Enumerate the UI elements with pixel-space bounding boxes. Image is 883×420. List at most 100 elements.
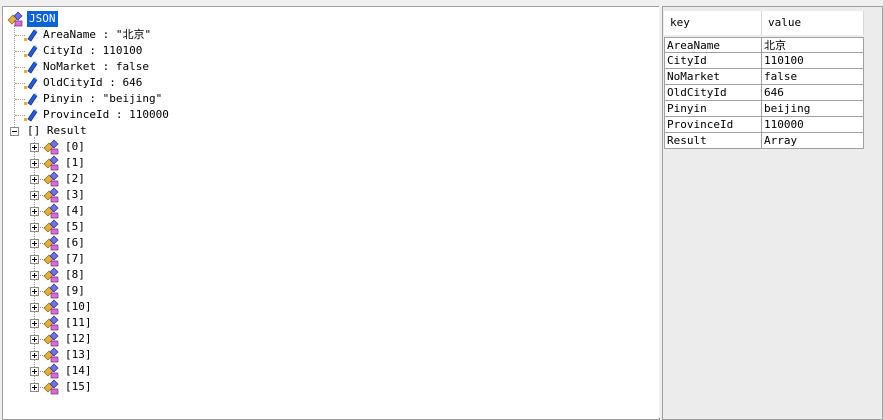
tree-node-array-item[interactable]: [15]: [27, 379, 147, 395]
grid-cell-value[interactable]: 110000: [762, 117, 864, 133]
array-item-icon: [43, 203, 59, 219]
tree-node-array-item[interactable]: [0]: [27, 139, 147, 155]
expand-toggle[interactable]: [30, 367, 39, 376]
tree-node-array-item[interactable]: [2]: [27, 171, 147, 187]
expand-toggle[interactable]: [30, 335, 39, 344]
tree-node-property[interactable]: NoMarket : false: [23, 59, 223, 75]
expand-toggle[interactable]: [30, 191, 39, 200]
array-item-icon: [43, 139, 59, 155]
tree-node-label: [6]: [65, 236, 85, 249]
tree-node-array-item[interactable]: [12]: [27, 331, 147, 347]
tree-node-array-item[interactable]: [3]: [27, 187, 147, 203]
grid-row[interactable]: CityId 110100: [664, 53, 864, 69]
array-item-icon: [43, 171, 59, 187]
expand-toggle[interactable]: [30, 271, 39, 280]
array-item-icon: [43, 363, 59, 379]
grid-cell-value[interactable]: 646: [762, 85, 864, 101]
grid-row[interactable]: OldCityId 646: [664, 85, 864, 101]
grid-cell-key[interactable]: NoMarket: [664, 69, 762, 85]
expand-toggle[interactable]: [30, 223, 39, 232]
tree-node-array-item[interactable]: [14]: [27, 363, 147, 379]
tree-node-array-item[interactable]: [9]: [27, 283, 147, 299]
grid-cell-value[interactable]: false: [762, 69, 864, 85]
tree-node-root[interactable]: JSON: [7, 10, 127, 28]
grid-row[interactable]: AreaName 北京: [664, 37, 864, 53]
tree-node-label: [10]: [65, 300, 92, 313]
tree-node-property[interactable]: Pinyin : "beijing": [23, 91, 223, 107]
tree-node-array-item[interactable]: [6]: [27, 235, 147, 251]
tree-node-label: [12]: [65, 332, 92, 345]
grid-header-key[interactable]: key: [664, 11, 762, 35]
grid-cell-key[interactable]: ProvinceId: [664, 117, 762, 133]
array-item-icon: [43, 219, 59, 235]
grid-cell-value[interactable]: 110100: [762, 53, 864, 69]
grid-row[interactable]: NoMarket false: [664, 69, 864, 85]
tree-node-label: [9]: [65, 284, 85, 297]
expand-toggle[interactable]: [30, 255, 39, 264]
grid-cell-key[interactable]: CityId: [664, 53, 762, 69]
tree-node-label: [13]: [65, 348, 92, 361]
tree-node-label: [14]: [65, 364, 92, 377]
expand-toggle[interactable]: [30, 351, 39, 360]
tree-node-label: [3]: [65, 188, 85, 201]
tree-node-label: [15]: [65, 380, 92, 393]
expand-toggle[interactable]: [30, 319, 39, 328]
expand-toggle[interactable]: [30, 383, 39, 392]
grid-cell-value[interactable]: 北京: [762, 37, 864, 53]
tree-node-array-item[interactable]: [13]: [27, 347, 147, 363]
grid-cell-value[interactable]: beijing: [762, 101, 864, 117]
tree-node-label: [8]: [65, 268, 85, 281]
expand-toggle[interactable]: [30, 143, 39, 152]
array-item-icon: [43, 299, 59, 315]
grid-cell-key[interactable]: OldCityId: [664, 85, 762, 101]
grid-row[interactable]: Result Array: [664, 133, 864, 149]
property-grid[interactable]: key value AreaName 北京 CityId 110100 NoMarket…: [662, 6, 883, 420]
expand-toggle[interactable]: [30, 159, 39, 168]
expand-toggle[interactable]: [30, 239, 39, 248]
tree-node-array-item[interactable]: [7]: [27, 251, 147, 267]
tree-node-array-item[interactable]: [10]: [27, 299, 147, 315]
tree-node-label: [1]: [65, 156, 85, 169]
tree-node-label: [0]: [65, 140, 85, 153]
grid-header-value[interactable]: value: [762, 11, 864, 35]
grid-cell-key[interactable]: Result: [664, 133, 762, 149]
expand-toggle[interactable]: [30, 175, 39, 184]
tree-node-property[interactable]: AreaName : "北京": [23, 27, 223, 43]
tree-node-array-item[interactable]: [11]: [27, 315, 147, 331]
tree-node-label: [2]: [65, 172, 85, 185]
array-item-icon: [43, 267, 59, 283]
json-tree-view[interactable]: JSON AreaName : "北京" CityId : 110100 NoMar…: [2, 6, 660, 420]
tree-node-array-item[interactable]: [1]: [27, 155, 147, 171]
array-item-icon: [43, 331, 59, 347]
tree-node-property[interactable]: ProvinceId : 110000: [23, 107, 223, 123]
collapse-toggle[interactable]: [10, 127, 19, 136]
grid-cell-key[interactable]: AreaName: [664, 37, 762, 53]
tree-node-array-item[interactable]: [5]: [27, 219, 147, 235]
tree-node-label: OldCityId : 646: [43, 76, 143, 89]
value-icon: [23, 43, 39, 59]
grid-cell-value[interactable]: Array: [762, 133, 864, 149]
expand-toggle[interactable]: [30, 207, 39, 216]
tree-node-array-item[interactable]: [4]: [27, 203, 147, 219]
grid-row[interactable]: Pinyin beijing: [664, 101, 864, 117]
expand-toggle[interactable]: [30, 303, 39, 312]
array-item-icon: [43, 155, 59, 171]
array-item-icon: [43, 347, 59, 363]
tree-node-result[interactable]: [] Result: [7, 123, 127, 139]
array-item-icon: [43, 315, 59, 331]
grid-header: key value: [664, 11, 864, 35]
value-icon: [23, 75, 39, 91]
value-icon: [23, 107, 39, 123]
expand-toggle[interactable]: [30, 287, 39, 296]
tree-root-label[interactable]: JSON: [26, 10, 59, 28]
tree-node-array-item[interactable]: [8]: [27, 267, 147, 283]
value-icon: [23, 91, 39, 107]
grid-cell-key[interactable]: Pinyin: [664, 101, 762, 117]
tree-node-label: CityId : 110100: [43, 44, 143, 57]
tree-node-label: ProvinceId : 110000: [43, 108, 169, 121]
tree-node-property[interactable]: OldCityId : 646: [23, 75, 223, 91]
grid-row[interactable]: ProvinceId 110000: [664, 117, 864, 133]
array-item-icon: [43, 379, 59, 395]
array-item-icon: [43, 251, 59, 267]
tree-node-property[interactable]: CityId : 110100: [23, 43, 223, 59]
